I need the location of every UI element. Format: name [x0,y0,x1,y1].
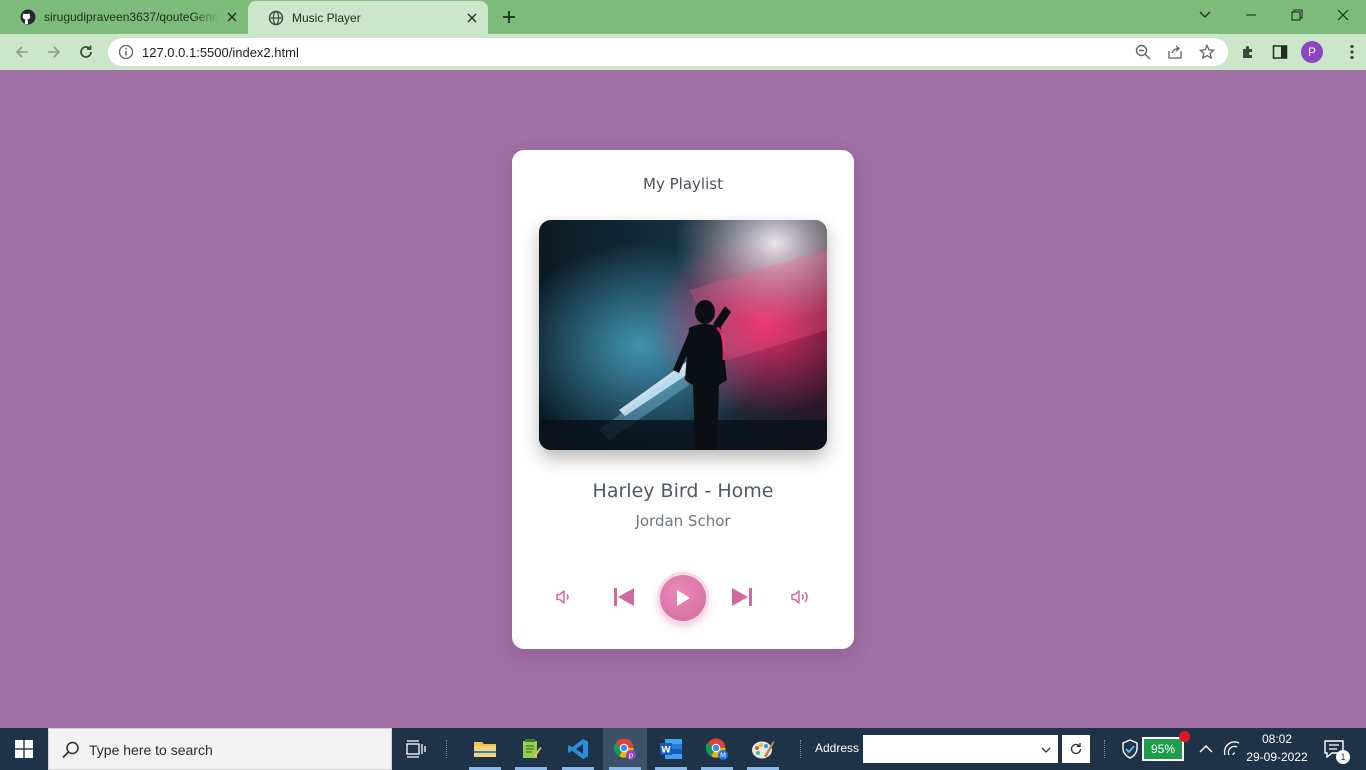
paint-icon [752,741,775,759]
paint-button[interactable] [741,728,785,770]
volume-up-button[interactable] [788,586,814,608]
address-bar[interactable]: 127.0.0.1:5500/index2.html [108,38,1228,66]
music-player-card: My Playlist Harley Bird - Home Jordan Sc… [512,150,854,649]
restore-icon[interactable] [1284,4,1310,26]
chevron-down-icon[interactable] [1040,743,1052,755]
bookmark-star-icon[interactable] [1199,44,1215,60]
tab-music-player[interactable]: Music Player [248,1,488,35]
address-toolbar-label: Address [815,741,860,755]
taskbar-separator [800,740,802,758]
task-view-icon [406,740,426,758]
windows-logo-icon [15,740,33,758]
notepad-icon [523,739,542,758]
battery-indicator[interactable]: 95% [1142,731,1190,761]
battery-percent: 95% [1150,742,1176,756]
notification-count-badge: 1 [1336,750,1350,764]
clock-time[interactable]: 08:02 [1248,732,1306,746]
menu-kebab-icon[interactable] [1342,42,1362,62]
chrome-profile-p-icon: p [613,738,636,760]
tab-search-chevron-icon[interactable] [1192,4,1218,26]
search-placeholder: Type here to search [89,742,213,758]
tab-title: sirugudipraveen3637/qouteGenerator [44,10,219,24]
chevron-up-icon[interactable] [1196,739,1216,759]
security-shield-icon[interactable] [1120,739,1140,759]
profile-avatar[interactable]: P [1301,41,1323,63]
site-info-icon[interactable] [118,44,134,60]
forward-icon[interactable] [43,41,65,63]
url-text: 127.0.0.1:5500/index2.html [142,45,299,60]
minimize-icon[interactable] [1238,4,1264,26]
side-panel-icon[interactable] [1270,42,1290,62]
browser-toolbar: 127.0.0.1:5500/index2.html P [0,34,1366,70]
playlist-title: My Playlist [643,175,723,193]
next-icon [732,588,752,606]
reload-icon[interactable] [75,41,97,63]
github-icon [20,9,36,25]
close-tab-icon[interactable] [464,10,480,26]
globe-icon [268,10,284,26]
previous-icon [614,588,634,606]
back-icon[interactable] [11,41,33,63]
tab-title: Music Player [292,11,361,25]
volume-up-icon [791,590,808,604]
tab-strip: sirugudipraveen3637/qouteGenerator Music… [0,0,1366,35]
notification-button[interactable]: 1 [1322,738,1350,764]
wifi-icon[interactable] [1222,739,1242,759]
refresh-icon [1070,743,1082,755]
close-window-icon[interactable] [1330,4,1356,26]
file-explorer-button[interactable] [463,728,507,770]
chrome-profile-m-button[interactable]: M [695,728,739,770]
word-button[interactable]: W [649,728,693,770]
close-tab-icon[interactable] [224,9,240,25]
song-artist: Jordan Schor [635,512,731,530]
svg-text:M: M [720,752,726,760]
taskbar-separator [446,740,448,758]
chrome-profile-p-button[interactable]: p [603,728,647,770]
volume-down-icon [556,590,569,604]
search-icon [61,740,81,760]
svg-text:p: p [629,752,634,760]
share-icon[interactable] [1167,44,1183,60]
taskbar: Type here to search p W M Address 95% 08… [0,728,1366,770]
play-button[interactable] [660,575,706,621]
song-title: Harley Bird - Home [592,480,774,502]
clock-date[interactable]: 29-09-2022 [1245,750,1309,764]
svg-text:W: W [661,746,671,756]
battery-alert-dot [1179,731,1190,742]
previous-button[interactable] [612,585,636,609]
volume-down-button[interactable] [552,586,576,608]
chrome-profile-m-icon: M [705,738,728,760]
taskbar-separator [1104,740,1106,758]
extensions-icon[interactable] [1238,42,1258,62]
notepad-button[interactable] [509,728,553,770]
word-icon: W [660,739,682,759]
taskbar-search-box[interactable]: Type here to search [48,728,392,770]
vscode-button[interactable] [556,728,600,770]
zoom-icon[interactable] [1135,44,1151,60]
start-button[interactable] [0,728,48,770]
file-explorer-icon [474,742,496,757]
play-icon [677,590,690,606]
task-view-button[interactable] [394,728,438,770]
next-button[interactable] [730,585,754,609]
address-toolbar-input[interactable] [863,735,1058,763]
address-go-button[interactable] [1062,735,1090,763]
tab-github[interactable]: sirugudipraveen3637/qouteGenerator [0,0,248,34]
vscode-icon [568,739,588,759]
new-tab-icon[interactable] [498,6,520,28]
album-cover-image [539,220,827,450]
